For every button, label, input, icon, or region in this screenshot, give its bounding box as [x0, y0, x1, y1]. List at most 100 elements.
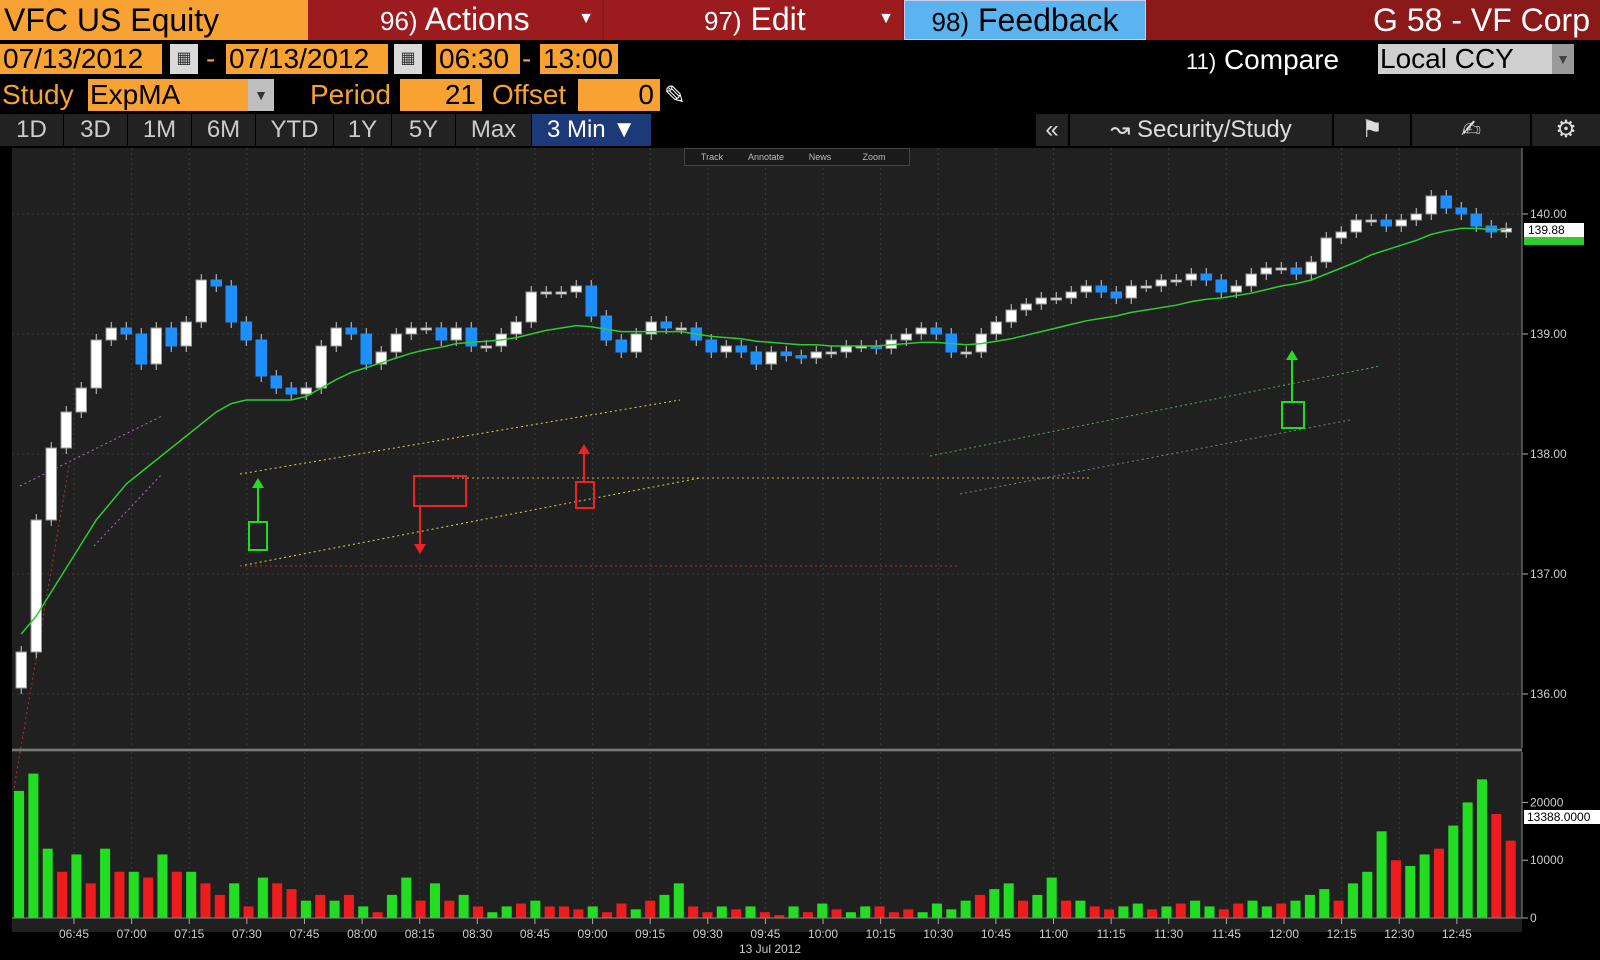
tab-1d[interactable]: 1D: [0, 114, 64, 146]
tab-1y[interactable]: 1Y: [334, 114, 392, 146]
svg-text:13388.0000: 13388.0000: [1527, 810, 1591, 824]
volume-bar: [1390, 860, 1401, 918]
compare-label: Compare: [1223, 44, 1340, 75]
volume-bar: [372, 912, 383, 918]
x-tick-label: 06:45: [59, 927, 89, 941]
actions-number: 96): [380, 6, 418, 36]
x-tick-label: 07:30: [232, 927, 262, 941]
end-date-field[interactable]: 07/13/2012: [226, 44, 388, 74]
start-date-field[interactable]: 07/13/2012: [0, 44, 162, 74]
candle-body: [1215, 279, 1227, 293]
y-tick-label: 139.00: [1530, 327, 1567, 341]
edit-menu-button[interactable]: 97) Edit ▼: [604, 0, 902, 40]
bookmark-icon[interactable]: ⚑: [1334, 114, 1410, 146]
volume-bar: [759, 912, 770, 918]
volume-bar: [358, 906, 369, 918]
date-caption: 13 Jul 2012: [739, 942, 801, 956]
end-time-field[interactable]: 13:00: [540, 44, 618, 74]
candle-body: [735, 345, 747, 353]
candle-body: [120, 327, 132, 335]
volume-bar: [1161, 906, 1172, 918]
y-tick-label: 138.00: [1530, 447, 1567, 461]
tab-1m[interactable]: 1M: [128, 114, 192, 146]
candle: [585, 280, 597, 322]
volume-bar: [429, 883, 440, 918]
candle-body: [525, 291, 537, 323]
x-tick-label: 10:00: [808, 927, 838, 941]
period-field[interactable]: 21: [400, 79, 482, 111]
track-button[interactable]: Track: [685, 149, 739, 165]
tab-6m[interactable]: 6M: [192, 114, 256, 146]
candle-body: [765, 351, 777, 365]
chevron-down-icon: ▼: [878, 10, 894, 27]
volume-bar: [587, 906, 598, 918]
volume-bar: [1132, 903, 1143, 918]
candle-body: [630, 333, 642, 353]
security-study-button[interactable]: ↝ Security/Study: [1070, 114, 1332, 146]
candle-body: [1335, 231, 1347, 239]
tab-3d[interactable]: 3D: [64, 114, 128, 146]
x-tick-label: 10:30: [923, 927, 953, 941]
x-tick-label: 10:45: [981, 927, 1011, 941]
tab-3-min[interactable]: 3 Min ▼: [532, 114, 652, 146]
calendar-icon[interactable]: ▦: [394, 44, 422, 74]
annotate-button[interactable]: Annotate: [739, 149, 793, 165]
tab-max[interactable]: Max: [456, 114, 532, 146]
x-tick-label: 12:45: [1442, 927, 1472, 941]
candle-body: [1290, 267, 1302, 275]
candle-body: [1365, 219, 1377, 223]
study-select[interactable]: ExpMA ▼: [88, 79, 274, 111]
volume-bar: [1433, 848, 1444, 918]
candle-body: [705, 339, 717, 353]
x-tick-label: 12:15: [1327, 927, 1357, 941]
volume-bar: [1290, 900, 1301, 918]
time-separator: -: [522, 43, 532, 74]
candle: [150, 322, 162, 370]
tab-5y[interactable]: 5Y: [392, 114, 456, 146]
security-field[interactable]: VFC US Equity: [0, 0, 308, 40]
line-chart-icon: ↝: [1110, 116, 1131, 143]
candle-body: [30, 519, 42, 653]
candle-body: [1185, 273, 1197, 281]
compare-button[interactable]: 11) Compare: [1186, 42, 1339, 80]
tab-ytd[interactable]: YTD: [256, 114, 334, 146]
candle-body: [90, 339, 102, 389]
collapse-button[interactable]: «: [1036, 114, 1068, 146]
volume-bar: [1261, 906, 1272, 918]
actions-menu-button[interactable]: 96) Actions ▼: [308, 0, 602, 40]
candle-body: [1125, 285, 1137, 299]
candle-body: [1080, 285, 1092, 293]
period-label: Period: [310, 79, 391, 110]
volume-bar: [85, 883, 96, 918]
price-volume-chart[interactable]: 140.00 139.00 138.00 137.00 136.00 20000 1000…: [0, 148, 1600, 960]
candle-body: [1440, 195, 1452, 209]
news-button[interactable]: News: [793, 149, 847, 165]
calendar-icon[interactable]: ▦: [170, 44, 198, 74]
x-tick-label: 08:30: [462, 927, 492, 941]
start-time-field[interactable]: 06:30: [436, 44, 520, 74]
annotation-tool-icon[interactable]: ✍: [1412, 114, 1530, 146]
volume-bar: [831, 909, 842, 918]
volume-bar: [401, 877, 412, 918]
candle-body: [1170, 279, 1182, 283]
volume-bar: [1419, 854, 1430, 918]
candle-body: [45, 447, 57, 521]
volume-bar: [573, 909, 584, 918]
edit-number: 97): [704, 6, 742, 36]
offset-field[interactable]: 0: [578, 79, 660, 111]
volume-bar: [860, 906, 871, 918]
volume-bar: [143, 877, 154, 918]
zoom-button[interactable]: Zoom: [847, 149, 901, 165]
candle-body: [720, 345, 732, 353]
feedback-button[interactable]: 98) Feedback: [904, 0, 1146, 40]
x-tick-label: 08:00: [347, 927, 377, 941]
candle-body: [810, 351, 822, 359]
gear-icon[interactable]: ⚙: [1532, 114, 1600, 146]
volume-bar: [1448, 825, 1459, 918]
candle: [135, 328, 147, 370]
y-tick-label: 137.00: [1530, 567, 1567, 581]
pencil-icon[interactable]: ✎: [664, 80, 686, 111]
currency-select[interactable]: Local CCY ▼: [1378, 44, 1574, 74]
volume-bar: [1405, 866, 1416, 918]
candle-body: [840, 345, 852, 353]
